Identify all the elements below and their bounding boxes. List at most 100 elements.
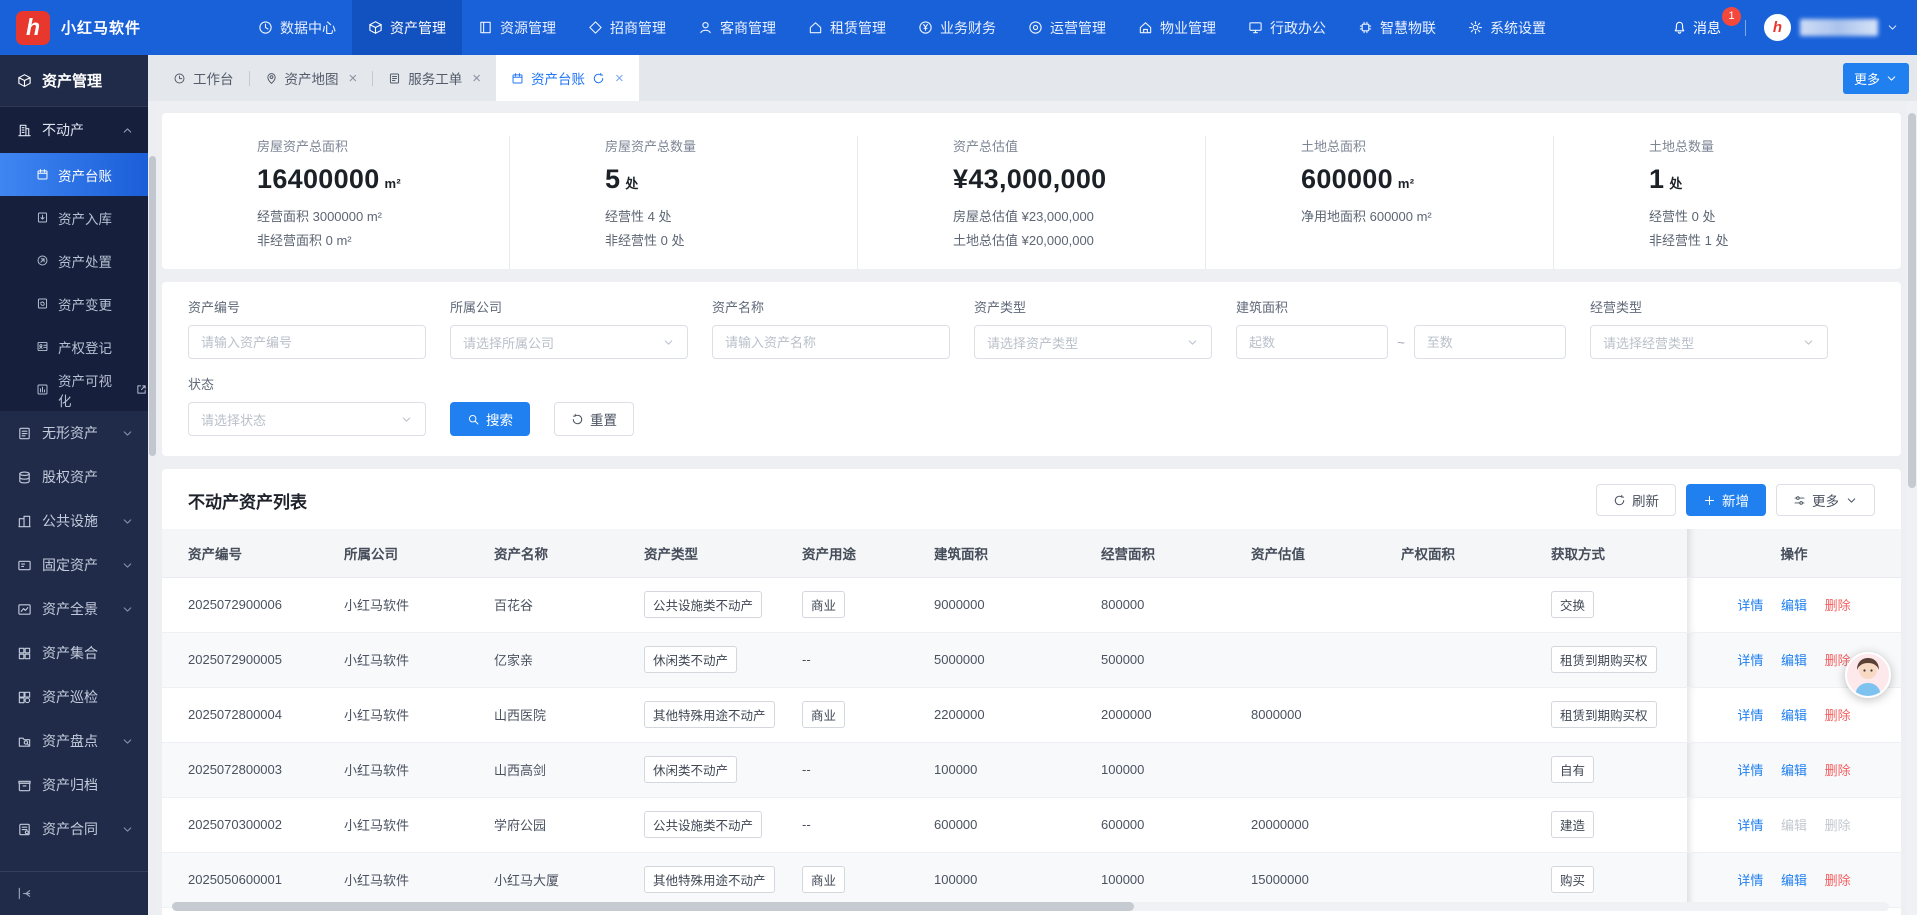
scrollbar-thumb[interactable]: [1908, 113, 1916, 488]
chevron-down-icon: [121, 735, 134, 748]
user-avatar[interactable]: h: [1764, 14, 1791, 41]
add-button[interactable]: 新增: [1686, 484, 1766, 516]
status-select[interactable]: 请选择状态: [188, 402, 426, 436]
delete-link-disabled: 删除: [1825, 818, 1851, 833]
edit-link[interactable]: 编辑: [1781, 708, 1807, 723]
detail-link[interactable]: 详情: [1737, 653, 1763, 668]
table-row: 2025072800004 小红马软件 山西医院 其他特殊用途不动产 商业 22…: [162, 687, 1901, 742]
sidebar-item-asset-inventory[interactable]: 资产盘点: [0, 719, 148, 763]
map-pin-icon: [265, 72, 278, 85]
detail-link[interactable]: 详情: [1737, 708, 1763, 723]
topnav-investment-management[interactable]: 招商管理: [572, 0, 682, 55]
table-row: 2025050600001 小红马软件 小红马大厦 其他特殊用途不动产 商业 1…: [162, 852, 1901, 907]
acquire-tag: 自有: [1551, 756, 1594, 783]
reset-button[interactable]: 重置: [554, 402, 634, 436]
asset-code-input[interactable]: [188, 325, 426, 359]
detail-link[interactable]: 详情: [1737, 873, 1763, 888]
sidebar-item-asset-ledger[interactable]: 资产台账: [0, 153, 148, 196]
topnav-asset-management[interactable]: 资产管理: [352, 0, 462, 55]
topnav-admin-office[interactable]: 行政办公: [1232, 0, 1342, 55]
disposal-icon: [36, 254, 49, 267]
topnav-operations-management[interactable]: 运营管理: [1012, 0, 1122, 55]
scrollbar-thumb[interactable]: [172, 902, 1134, 911]
asset-type-select[interactable]: 请选择资产类型: [974, 325, 1212, 359]
delete-link[interactable]: 删除: [1825, 763, 1851, 778]
filter-build-area: 建筑面积 ~: [1236, 297, 1566, 359]
delete-link[interactable]: 删除: [1825, 598, 1851, 613]
delete-link[interactable]: 删除: [1825, 873, 1851, 888]
topnav-system-settings[interactable]: 系统设置: [1452, 0, 1562, 55]
operate-type-select[interactable]: 请选择经营类型: [1590, 325, 1828, 359]
sidebar-item-asset-change[interactable]: 资产变更: [0, 282, 148, 325]
edit-link[interactable]: 编辑: [1781, 873, 1807, 888]
topnav-business-finance[interactable]: 业务财务: [902, 0, 1012, 55]
grid-icon: [17, 646, 32, 661]
detail-link[interactable]: 详情: [1737, 598, 1763, 613]
tab-workbench[interactable]: 工作台: [158, 55, 249, 101]
edit-link[interactable]: 编辑: [1781, 598, 1807, 613]
chevron-down-icon[interactable]: [1886, 21, 1899, 34]
search-button[interactable]: 搜索: [450, 402, 530, 436]
scrollbar-thumb[interactable]: [149, 156, 156, 456]
operations-icon: [1028, 20, 1043, 35]
brand-logo-horse-icon: h: [16, 11, 50, 45]
topnav-merchant-management[interactable]: 客商管理: [682, 0, 792, 55]
asset-name-input[interactable]: [712, 325, 950, 359]
sidebar-item-asset-contract[interactable]: 资产合同: [0, 807, 148, 851]
stat-total-valuation: 资产总估值 ¥43,000,000 房屋总估值 ¥23,000,000 土地总估…: [857, 136, 1205, 269]
sidebar-collapse-button[interactable]: [0, 871, 148, 915]
chevron-up-icon: [121, 124, 134, 137]
content-right-scrollbar[interactable]: [1907, 101, 1917, 915]
sidebar-item-asset-collection[interactable]: 资产集合: [0, 631, 148, 675]
sidebar-item-real-estate[interactable]: 不动产: [0, 107, 148, 153]
tabbar-more-button[interactable]: 更多: [1843, 63, 1909, 94]
chevron-down-icon: [121, 559, 134, 572]
sidebar-item-equity-assets[interactable]: 股权资产: [0, 455, 148, 499]
edit-link[interactable]: 编辑: [1781, 653, 1807, 668]
page: 房屋资产总面积 16400000m² 经营面积 3000000 m² 非经营面积…: [148, 101, 1917, 915]
close-icon[interactable]: ×: [349, 71, 358, 86]
bar-chart-icon: [36, 383, 49, 396]
sidebar-item-public-facilities[interactable]: 公共设施: [0, 499, 148, 543]
company-select[interactable]: 请选择所属公司: [450, 325, 688, 359]
topnav-resource-management[interactable]: 资源管理: [462, 0, 572, 55]
sidebar-item-asset-inbound[interactable]: 资产入库: [0, 196, 148, 239]
sidebar-item-deed-registration[interactable]: 产权登记: [0, 325, 148, 368]
sidebar-item-asset-disposal[interactable]: 资产处置: [0, 239, 148, 282]
workbench-icon: [173, 72, 186, 85]
sidebar-item-intangible-assets[interactable]: 无形资产: [0, 411, 148, 455]
content-left-scrollbar[interactable]: [148, 101, 157, 915]
topnav-data-center[interactable]: 数据中心: [242, 0, 352, 55]
sidebar-item-asset-inspection[interactable]: 资产巡检: [0, 675, 148, 719]
sidebar-item-fixed-assets[interactable]: 固定资产: [0, 543, 148, 587]
acquire-tag: 交换: [1551, 591, 1594, 618]
list-title: 不动产资产列表: [188, 488, 307, 513]
sidebar-item-asset-visualization[interactable]: 资产可视化: [0, 368, 148, 411]
ledger-calendar-icon: [36, 168, 49, 181]
topnav-smart-iot[interactable]: 智慧物联: [1342, 0, 1452, 55]
topnav-lease-management[interactable]: 租赁管理: [792, 0, 902, 55]
detail-link[interactable]: 详情: [1737, 818, 1763, 833]
customer-service-avatar[interactable]: [1845, 652, 1891, 698]
tab-asset-map[interactable]: 资产地图 ×: [250, 55, 373, 101]
stat-house-total-area: 房屋资产总面积 16400000m² 经营面积 3000000 m² 非经营面积…: [162, 136, 509, 269]
edit-link-disabled: 编辑: [1781, 818, 1807, 833]
close-icon[interactable]: ×: [472, 71, 481, 86]
delete-link[interactable]: 删除: [1825, 708, 1851, 723]
detail-link[interactable]: 详情: [1737, 763, 1763, 778]
sidebar-item-asset-archive[interactable]: 资产归档: [0, 763, 148, 807]
refresh-button[interactable]: 刷新: [1596, 484, 1676, 516]
edit-link[interactable]: 编辑: [1781, 763, 1807, 778]
table-horizontal-scrollbar[interactable]: [172, 902, 1889, 911]
tab-service-order[interactable]: 服务工单 ×: [373, 55, 496, 101]
area-from-input[interactable]: [1236, 325, 1388, 359]
tab-asset-ledger[interactable]: 资产台账 ×: [496, 55, 639, 101]
messages-button[interactable]: 消息 1: [1672, 18, 1735, 38]
more-button[interactable]: 更多: [1776, 484, 1875, 516]
area-to-input[interactable]: [1414, 325, 1566, 359]
sidebar-item-asset-panorama[interactable]: 资产全景: [0, 587, 148, 631]
refresh-icon[interactable]: [592, 72, 605, 85]
close-icon[interactable]: ×: [615, 71, 624, 86]
asset-type-tag: 其他特殊用途不动产: [644, 866, 775, 893]
topnav-property-management[interactable]: 物业管理: [1122, 0, 1232, 55]
